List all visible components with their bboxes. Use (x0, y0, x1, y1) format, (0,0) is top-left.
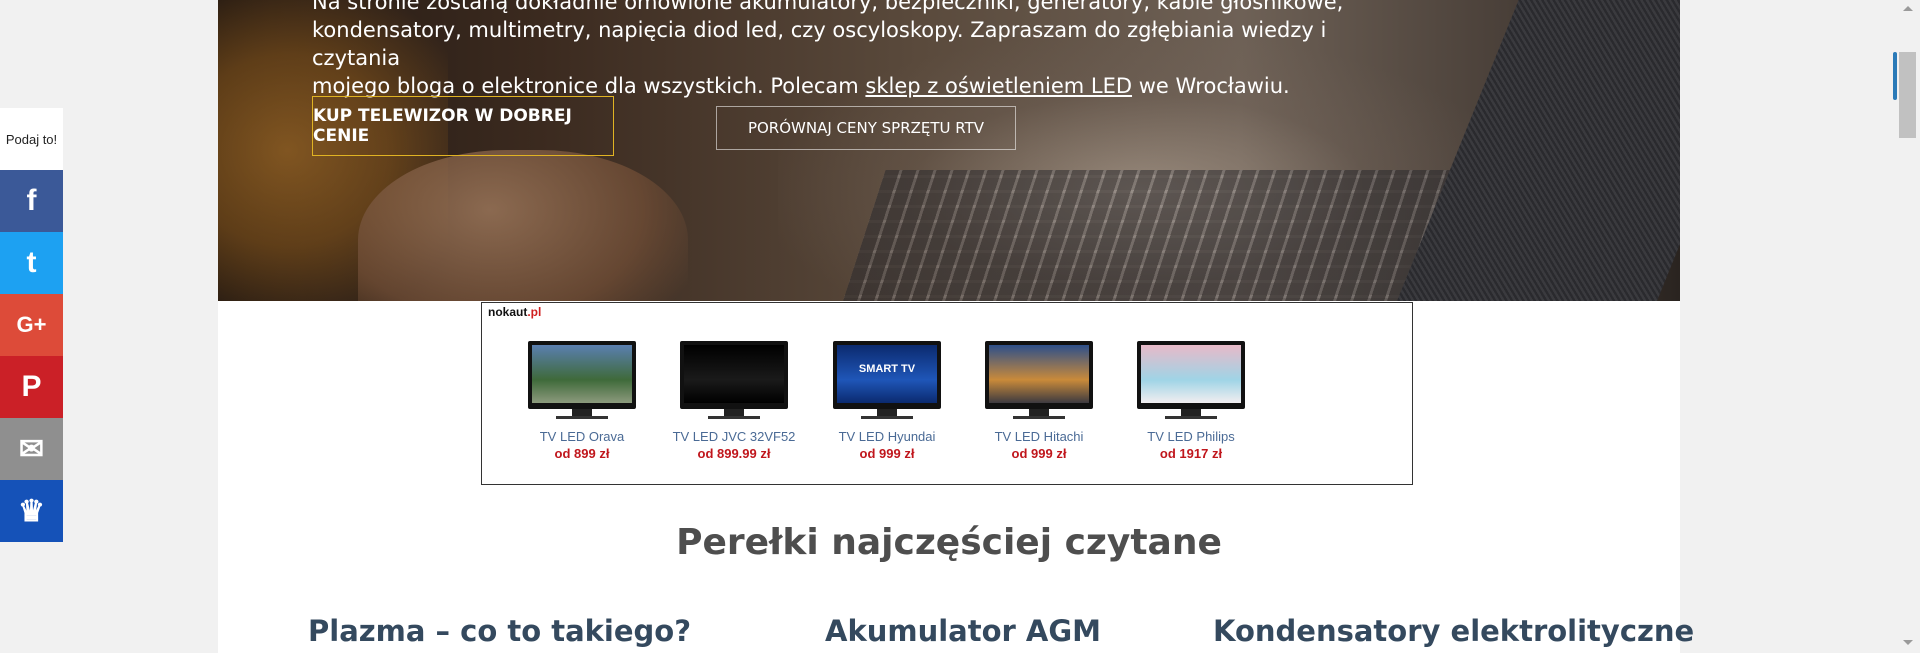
product-item[interactable]: TV LED Hitachi od 999 zł (964, 341, 1114, 461)
product-name[interactable]: TV LED Hitachi (964, 429, 1114, 444)
hero-line-3-end: we Wrocławiu. (1132, 74, 1290, 98)
product-price: od 999 zł (859, 446, 915, 461)
scroll-accent (1893, 52, 1897, 100)
product-price: od 899.99 zł (697, 446, 771, 461)
hero-line-3-text: mojego bloga o elektronice dla wszystkic… (312, 74, 866, 98)
share-email-button[interactable]: ✉ (0, 418, 63, 480)
tv-thumbnail[interactable] (1137, 341, 1245, 419)
pinterest-icon: P (21, 370, 42, 403)
share-crown-button[interactable]: ♛ (0, 480, 63, 542)
hero-description: Na stronie zostaną dokładnie omówione ak… (312, 0, 1372, 100)
google-plus-icon: G+ (16, 312, 47, 337)
share-twitter-button[interactable]: t (0, 232, 63, 294)
scroll-down-arrow-icon[interactable] (1903, 640, 1913, 645)
tv-screen-text: SMART TV (858, 363, 916, 375)
section-title: Perełki najczęściej czytane (676, 522, 1222, 563)
product-item[interactable]: TV LED JVC 32VF52 od 899.99 zł (659, 341, 809, 461)
scrollbar[interactable] (1893, 0, 1920, 653)
led-shop-link[interactable]: sklep z oświetleniem LED (865, 74, 1132, 98)
page-content: Na stronie zostaną dokładnie omówione ak… (218, 0, 1694, 653)
tv-thumbnail[interactable] (528, 341, 636, 419)
crown-icon: ♛ (18, 494, 45, 528)
share-google-plus-button[interactable]: G+ (0, 294, 63, 356)
nokaut-logo[interactable]: nokaut.pl (488, 305, 541, 319)
tv-thumbnail[interactable] (680, 341, 788, 419)
tv-thumbnail[interactable] (985, 341, 1093, 419)
product-name[interactable]: TV LED Orava (507, 429, 657, 444)
twitter-icon: t (26, 246, 37, 279)
hero-line-1: Na stronie zostaną dokładnie omówione ak… (312, 0, 1344, 14)
nokaut-logo-tld: .pl (527, 305, 542, 319)
product-price: od 899 zł (554, 446, 610, 461)
share-label: Podaj to! (0, 108, 63, 170)
hero-banner: Na stronie zostaną dokładnie omówione ak… (218, 0, 1680, 301)
product-name[interactable]: TV LED Philips (1116, 429, 1266, 444)
hero-line-2: kondensatory, multimetry, napięcia diod … (312, 18, 1327, 70)
compare-prices-button[interactable]: PORÓWNAJ CENY SPRZĘTU RTV (716, 106, 1016, 150)
product-item[interactable]: TV LED Orava od 899 zł (507, 341, 657, 461)
hero-background-hand (358, 150, 688, 301)
scroll-up-arrow-icon[interactable] (1903, 6, 1913, 11)
facebook-icon: f (26, 184, 37, 217)
email-icon: ✉ (18, 432, 45, 466)
product-item[interactable]: TV LED Philips od 1917 zł (1116, 341, 1266, 461)
product-item[interactable]: SMART TV TV LED Hyundai od 999 zł (812, 341, 962, 461)
article-title-capacitors[interactable]: Kondensatory elektrolityczne (1213, 614, 1694, 648)
scroll-thumb[interactable] (1899, 52, 1916, 138)
share-buttons: f t G+ P ✉ ♛ (0, 170, 63, 542)
product-price: od 1917 zł (1159, 446, 1223, 461)
product-name[interactable]: TV LED JVC 32VF52 (659, 429, 809, 444)
article-title-plasma[interactable]: Plazma – co to takiego? (308, 614, 691, 648)
tv-thumbnail[interactable]: SMART TV (833, 341, 941, 419)
article-title-agm[interactable]: Akumulator AGM (825, 614, 1101, 648)
nokaut-logo-brand: nokaut (488, 305, 528, 319)
product-name[interactable]: TV LED Hyundai (812, 429, 962, 444)
share-sidebar: Podaj to! f t G+ P ✉ ♛ (0, 108, 63, 542)
buy-tv-button[interactable]: KUP TELEWIZOR W DOBREJ CENIE (312, 96, 614, 156)
share-pinterest-button[interactable]: P (0, 356, 63, 418)
share-facebook-button[interactable]: f (0, 170, 63, 232)
nokaut-ad-widget: nokaut.pl TV LED Orava od 899 zł TV LED JV… (481, 302, 1413, 485)
product-price: od 999 zł (1011, 446, 1067, 461)
